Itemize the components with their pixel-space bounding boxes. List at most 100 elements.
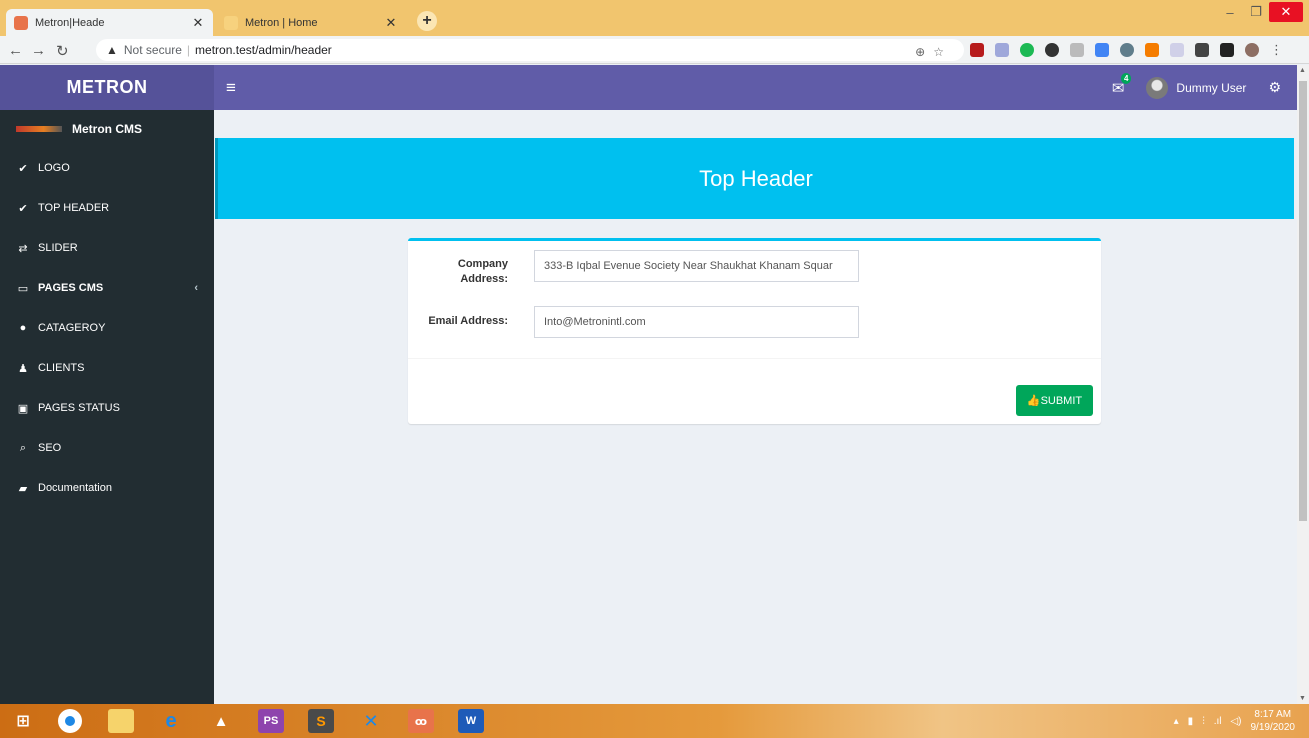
- extensions-toolbar: ⋮: [970, 43, 1283, 57]
- phpstorm-icon[interactable]: PS: [258, 709, 284, 733]
- sidebar-item-label: PAGES CMS: [38, 282, 104, 294]
- tray-overflow-icon[interactable]: ▴: [1174, 716, 1179, 727]
- bookmark-star-icon[interactable]: ☆: [933, 45, 944, 59]
- sidebar-item-pages-status[interactable]: ▣ PAGES STATUS: [0, 388, 214, 428]
- sidebar-item-seo[interactable]: ⌕ SEO: [0, 428, 214, 468]
- qr-extension-icon[interactable]: [1195, 43, 1209, 57]
- check-circle-icon: ✔: [18, 202, 28, 215]
- sidebar-item-label: LOGO: [38, 162, 70, 174]
- sidebar-item-label: CATAGEROY: [38, 322, 106, 334]
- camera-extension-icon[interactable]: [1070, 43, 1084, 57]
- file-explorer-icon[interactable]: [108, 709, 134, 733]
- vlc-icon[interactable]: ▲: [208, 709, 234, 733]
- restore-icon[interactable]: ❐: [1243, 4, 1269, 20]
- profile-avatar-icon[interactable]: [1245, 43, 1259, 57]
- gears-settings-icon[interactable]: ⚙: [1268, 79, 1281, 96]
- battery-icon[interactable]: ▮: [1188, 716, 1194, 727]
- puzzle-extensions-icon[interactable]: [1220, 43, 1234, 57]
- messages-button[interactable]: ✉ 4: [1112, 72, 1132, 97]
- email-address-input[interactable]: Into@Metronintl.com: [534, 306, 859, 338]
- new-tab-button[interactable]: +: [417, 11, 437, 31]
- translate-extension-icon[interactable]: [1095, 43, 1109, 57]
- tab-title: Metron|Heade: [35, 16, 105, 29]
- close-tab-icon[interactable]: ✕: [384, 15, 398, 31]
- page-title: Top Header: [215, 138, 1294, 219]
- company-address-label: Company Address:: [408, 257, 508, 287]
- sidebar-toggle-icon[interactable]: ≡: [226, 78, 236, 98]
- close-window-icon[interactable]: ✕: [1269, 2, 1303, 22]
- signal-icon[interactable]: .ıl: [1214, 716, 1222, 727]
- orange-extension-icon[interactable]: [1145, 43, 1159, 57]
- metron-favicon-icon: [14, 15, 28, 30]
- volume-icon[interactable]: ◁): [1230, 716, 1241, 727]
- sidebar: Metron CMS ✔ LOGO ✔ TOP HEADER ⇄ SLIDER …: [0, 110, 214, 704]
- address-bar: ← → ↻ ▲ Not secure | metron.test/admin/h…: [0, 36, 1309, 64]
- form-footer-divider: [408, 358, 1101, 359]
- sidebar-item-clients[interactable]: ♟ CLIENTS: [0, 348, 214, 388]
- submit-button-label: SUBMIT: [1040, 394, 1083, 407]
- sidebar-brand: Metron CMS: [0, 110, 214, 148]
- sidebar-item-documentation[interactable]: ▰ Documentation: [0, 468, 214, 508]
- book-icon: ▰: [18, 482, 28, 495]
- back-icon[interactable]: ←: [8, 42, 23, 59]
- submit-button[interactable]: 👍 SUBMIT: [1016, 385, 1093, 416]
- clock-date: 9/19/2020: [1250, 722, 1296, 733]
- scroll-down-icon[interactable]: ▼: [1299, 695, 1306, 702]
- internet-explorer-icon[interactable]: e: [158, 709, 184, 733]
- download-extension-icon[interactable]: [995, 43, 1009, 57]
- app-logo[interactable]: METRON: [0, 65, 214, 110]
- scroll-up-icon[interactable]: ▲: [1299, 67, 1306, 74]
- page-scrollbar[interactable]: ▲ ▼: [1297, 65, 1309, 704]
- email-address-label: Email Address:: [428, 315, 508, 327]
- person-icon: ♟: [18, 362, 28, 375]
- forward-icon[interactable]: →: [31, 42, 46, 59]
- browser-menu-icon[interactable]: ⋮: [1270, 43, 1283, 57]
- circle-icon: ●: [19, 322, 27, 334]
- main-content: Top Header Company Address: 333-B Iqbal …: [214, 110, 1297, 704]
- vscode-icon[interactable]: ✕: [358, 709, 384, 733]
- word-icon[interactable]: W: [458, 709, 484, 733]
- user-avatar[interactable]: [1146, 76, 1169, 99]
- exchange-icon: ⇄: [18, 242, 28, 255]
- browser-tab-active[interactable]: Metron|Heade ✕: [6, 9, 213, 36]
- reload-icon[interactable]: ↻: [56, 42, 69, 60]
- browser-tab-inactive[interactable]: Metron | Home ✕: [216, 9, 406, 36]
- sidebar-item-logo[interactable]: ✔ LOGO: [0, 148, 214, 188]
- image-icon: ▣: [17, 402, 29, 415]
- chrome-icon[interactable]: [58, 709, 82, 733]
- window-controls: – ❐ ✕: [1217, 2, 1303, 22]
- company-address-label-line1: Company: [457, 258, 508, 270]
- url-separator: |: [186, 43, 191, 57]
- taskbar-clock[interactable]: 8:17 AM 9/19/2020: [1251, 708, 1296, 734]
- sidebar-item-pages-cms[interactable]: ▭ PAGES CMS ‹: [0, 268, 214, 308]
- sync-extension-icon[interactable]: [1045, 43, 1059, 57]
- brand-name: Metron CMS: [72, 122, 142, 136]
- shield-extension-icon[interactable]: [1170, 43, 1184, 57]
- zoom-icon[interactable]: ⊕: [915, 45, 925, 59]
- minimize-icon[interactable]: –: [1217, 5, 1243, 20]
- metron-favicon-icon: [224, 15, 238, 30]
- sublime-text-icon[interactable]: S: [308, 709, 334, 733]
- user-name[interactable]: Dummy User: [1176, 81, 1246, 95]
- tab-title: Metron | Home: [245, 16, 318, 29]
- windows-start-icon[interactable]: ⊞: [10, 709, 36, 733]
- xampp-icon[interactable]: ꝏ: [408, 709, 434, 733]
- vpn-extension-icon[interactable]: [1120, 43, 1134, 57]
- scrollbar-thumb[interactable]: [1299, 81, 1307, 521]
- pdf-extension-icon[interactable]: [970, 43, 984, 57]
- company-address-input[interactable]: 333-B Iqbal Evenue Society Near Shaukhat…: [534, 250, 859, 282]
- url-input[interactable]: ▲ Not secure | metron.test/admin/header …: [96, 39, 964, 61]
- sidebar-item-catageroy[interactable]: ● CATAGEROY: [0, 308, 214, 348]
- system-tray: ▴ ▮ ⫶ .ıl ◁) 8:17 AM 9/19/2020: [1174, 708, 1295, 734]
- chevron-left-icon: ‹: [194, 282, 198, 294]
- sidebar-item-top-header[interactable]: ✔ TOP HEADER: [0, 188, 214, 228]
- sidebar-item-label: TOP HEADER: [38, 202, 110, 214]
- network-icon[interactable]: ⫶: [1202, 716, 1205, 727]
- warning-icon: ▲: [106, 43, 118, 57]
- messages-count-badge: 4: [1120, 72, 1132, 84]
- sidebar-item-slider[interactable]: ⇄ SLIDER: [0, 228, 214, 268]
- close-tab-icon[interactable]: ✕: [191, 15, 205, 31]
- brand-logo-image: [16, 126, 62, 132]
- sidebar-item-label: CLIENTS: [38, 362, 85, 374]
- grammarly-extension-icon[interactable]: [1020, 43, 1034, 57]
